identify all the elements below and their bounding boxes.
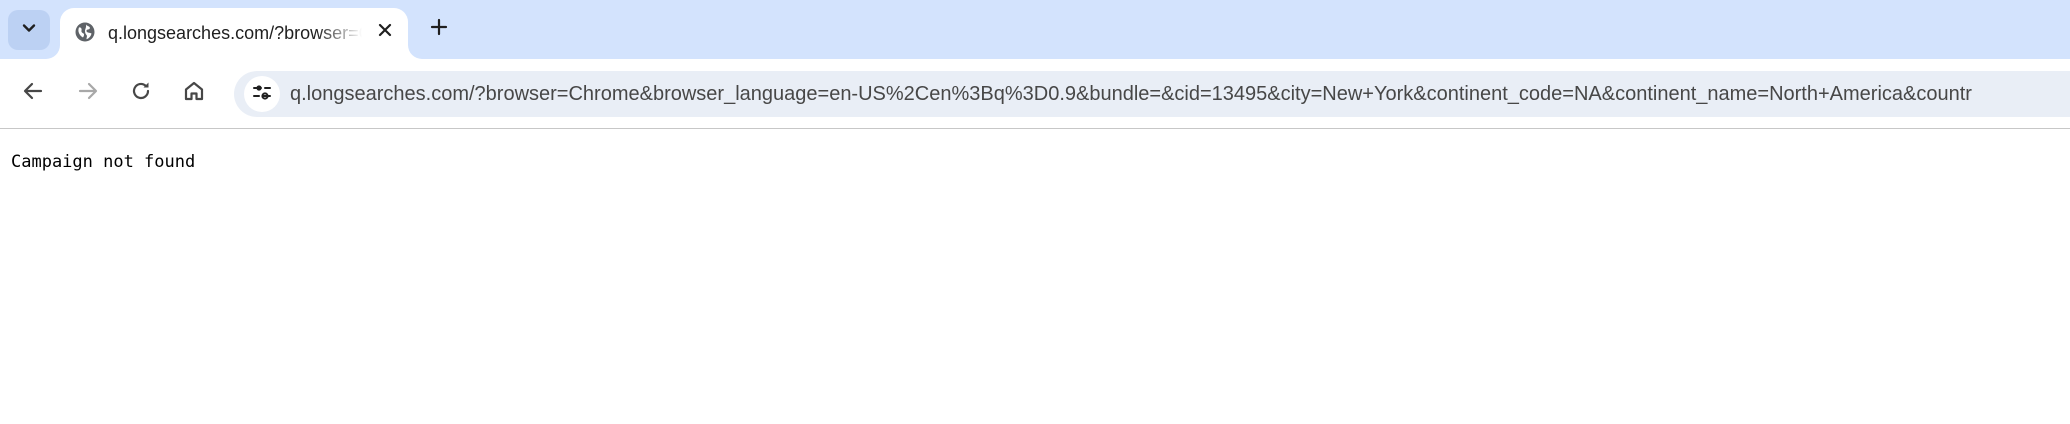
back-arrow-icon	[21, 79, 45, 108]
error-message: Campaign not found	[11, 152, 196, 172]
back-button[interactable]	[13, 73, 53, 113]
close-tab-button[interactable]	[372, 19, 398, 45]
url-text[interactable]: q.longsearches.com/?browser=Chrome&brows…	[290, 81, 2070, 107]
address-bar[interactable]: q.longsearches.com/?browser=Chrome&brows…	[234, 71, 2070, 117]
reload-button[interactable]	[121, 73, 161, 113]
tab-title: q.longsearches.com/?browser=Chrome&brows…	[108, 23, 362, 43]
toolbar: q.longsearches.com/?browser=Chrome&brows…	[0, 59, 2070, 129]
reload-icon	[129, 79, 153, 108]
forward-arrow-icon	[76, 79, 100, 108]
forward-button[interactable]	[68, 73, 108, 113]
chevron-down-icon	[21, 20, 37, 41]
tab-search-button[interactable]	[8, 10, 50, 50]
globe-icon	[74, 21, 96, 43]
tune-icon	[251, 81, 273, 108]
home-button[interactable]	[174, 73, 214, 113]
tab-strip: q.longsearches.com/?browser=Chrome&brows…	[0, 0, 2070, 59]
page-content: Campaign not found	[0, 130, 2070, 424]
site-info-button[interactable]	[244, 76, 280, 112]
home-icon	[182, 79, 206, 108]
new-tab-button[interactable]	[422, 12, 456, 46]
active-tab[interactable]: q.longsearches.com/?browser=Chrome&brows…	[60, 8, 408, 59]
plus-icon	[429, 17, 449, 42]
close-icon	[377, 22, 393, 43]
